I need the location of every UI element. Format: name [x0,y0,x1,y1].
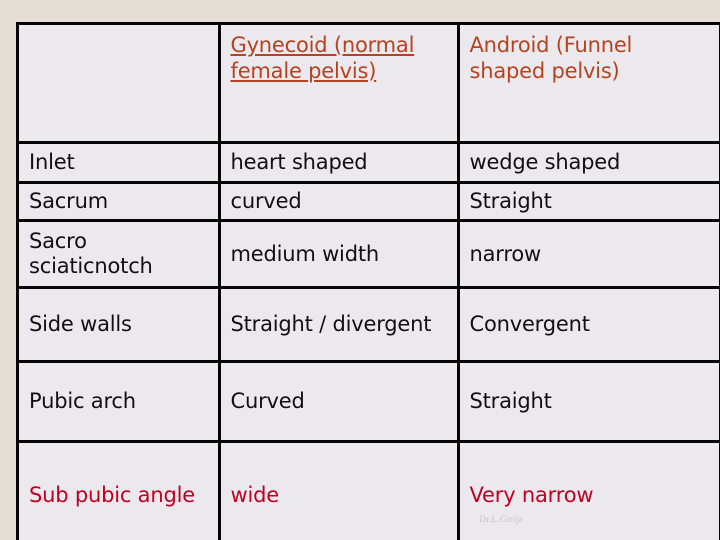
row-label-sacro-sciatic-notch: Sacro sciaticnotch [19,220,221,289]
table-row: Side walls Straight / divergent Converge… [19,287,720,363]
cell-sacrum-gynecoid: curved [219,182,460,222]
table-row: Inlet heart shaped wedge shaped [19,142,720,184]
row-label-side-walls: Side walls [19,287,221,363]
row-label-pubic-arch: Pubic arch [19,361,221,443]
table-header-row: Gynecoid (normal female pelvis) Android … [19,25,720,144]
header-label-android: Android (Funnel shaped pelvis) [469,33,633,83]
header-label-gynecoid: Gynecoid (normal female pelvis) [230,33,415,83]
table-row: Pubic arch Curved Straight [19,361,720,443]
pelvis-comparison-table: Gynecoid (normal female pelvis) Android … [19,25,720,540]
cell-inlet-android: wedge shaped [458,142,720,184]
cell-inlet-gynecoid: heart shaped [219,142,460,184]
header-cell-blank [19,25,221,144]
comparison-table-container: Gynecoid (normal female pelvis) Android … [16,22,720,540]
header-cell-gynecoid: Gynecoid (normal female pelvis) [219,25,460,144]
cell-pubic-arch-gynecoid: Curved [219,361,460,443]
header-cell-android: Android (Funnel shaped pelvis) [458,25,720,144]
cell-sub-pubic-android-text: Very narrow [469,482,594,507]
cell-side-walls-android: Convergent [458,287,720,363]
author-watermark: Dr.L.Girija [479,514,523,525]
cell-side-walls-gynecoid: Straight / divergent [219,287,460,363]
row-label-sub-pubic-angle: Sub pubic angle [19,441,221,540]
slide-canvas: Gynecoid (normal female pelvis) Android … [0,0,720,540]
cell-sacrum-android: Straight [458,182,720,222]
cell-notch-gynecoid: medium width [219,220,460,289]
table-row: Sacrum curved Straight [19,182,720,222]
cell-sub-pubic-gynecoid: wide [219,441,460,540]
row-label-sacrum: Sacrum [19,182,221,222]
cell-pubic-arch-android: Straight [458,361,720,443]
table-row: Sacro sciaticnotch medium width narrow [19,220,720,289]
cell-notch-android: narrow [458,220,720,289]
table-row: Sub pubic angle wide Very narrow Dr.L.Gi… [19,441,720,540]
cell-sub-pubic-android: Very narrow Dr.L.Girija [458,441,720,540]
row-label-inlet: Inlet [19,142,221,184]
